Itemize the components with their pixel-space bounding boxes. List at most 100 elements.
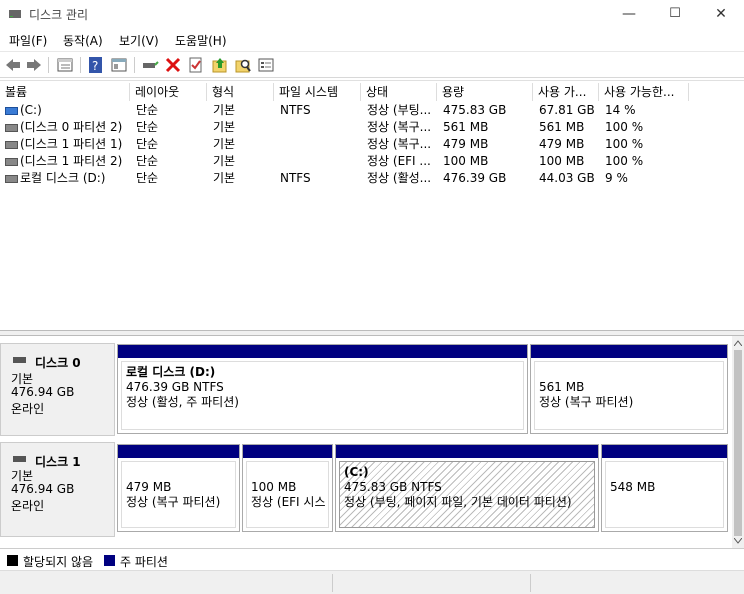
partition-c[interactable]: (C:) 475.83 GB NTFS 정상 (부팅, 페이지 파일, 기본 데… — [335, 444, 599, 532]
cell-status: 정상 (부팅... — [367, 103, 432, 117]
properties-icon[interactable] — [110, 56, 128, 74]
cell-layout: 단순 — [136, 154, 159, 168]
volume-icon — [5, 141, 18, 149]
scroll-down-icon[interactable] — [734, 538, 742, 544]
disk-1-info[interactable]: 디스크 1 기본 476.94 GB 온라인 — [0, 442, 115, 537]
partition-title: 로컬 디스크 (D:) — [126, 365, 216, 379]
primary-partition-bar — [602, 445, 727, 458]
legend-primary-label: 주 파티션 — [120, 555, 168, 569]
close-button[interactable]: ✕ — [698, 0, 744, 28]
cell-volume[interactable]: (디스크 0 파티션 2) — [20, 119, 130, 136]
cell-status: 정상 (EFI ... — [367, 154, 431, 168]
disk-status: 온라인 — [11, 402, 45, 416]
column-header-status[interactable]: 상태 — [361, 83, 437, 101]
console-icon[interactable] — [257, 56, 275, 74]
disk-size: 476.94 GB — [11, 385, 75, 399]
volume-icon — [5, 175, 18, 183]
legend-unallocated-label: 할당되지 않음 — [23, 555, 94, 569]
scroll-up-icon[interactable] — [734, 340, 742, 346]
volume-icon — [5, 158, 18, 166]
partition-body: 561 MB 정상 (복구 파티션) — [534, 361, 724, 430]
column-header-filesystem[interactable]: 파일 시스템 — [274, 83, 361, 101]
check-icon[interactable] — [187, 56, 205, 74]
partition-disk1-last[interactable]: 548 MB — [601, 444, 728, 532]
menu-view[interactable]: 보기(V) — [119, 32, 159, 49]
minimize-button[interactable]: — — [606, 0, 652, 28]
cell-percent-free: 100 % — [605, 137, 644, 151]
scroll-thumb[interactable] — [734, 350, 742, 536]
primary-partition-bar — [336, 445, 598, 458]
cell-volume[interactable]: (디스크 1 파티션 1) — [20, 136, 130, 153]
cell-status: 정상 (활성... — [367, 171, 432, 185]
cell-capacity: 100 MB — [443, 154, 489, 168]
column-header-free-space[interactable]: 사용 가... — [533, 83, 599, 101]
cell-type: 기본 — [213, 171, 236, 185]
up-icon[interactable] — [211, 56, 229, 74]
connect-icon[interactable] — [141, 56, 159, 74]
cell-layout: 단순 — [136, 137, 159, 151]
column-header-type[interactable]: 형식 — [207, 83, 274, 101]
status-divider — [530, 574, 531, 592]
partition-size: 561 MB — [539, 380, 585, 394]
cell-type: 기본 — [213, 120, 236, 134]
partition-body: 479 MB 정상 (복구 파티션) — [121, 461, 236, 528]
column-header-layout[interactable]: 레이아웃 — [130, 83, 207, 101]
cell-free-space: 561 MB — [539, 120, 585, 134]
back-icon[interactable] — [4, 56, 22, 74]
cell-volume[interactable]: (C:) — [20, 102, 130, 119]
partition-disk0-recovery[interactable]: 561 MB 정상 (복구 파티션) — [530, 344, 728, 434]
delete-icon[interactable] — [164, 56, 182, 74]
cell-percent-free: 14 % — [605, 103, 636, 117]
partition-size: 479 MB — [126, 480, 172, 494]
cell-capacity: 479 MB — [443, 137, 489, 151]
window-title: 디스크 관리 — [29, 8, 89, 22]
cell-filesystem: NTFS — [280, 171, 311, 185]
partition-size: 476.39 GB NTFS — [126, 380, 224, 394]
partition-body: (C:) 475.83 GB NTFS 정상 (부팅, 페이지 파일, 기본 데… — [339, 461, 595, 528]
forward-icon[interactable] — [25, 56, 43, 74]
disk-graph-view: 디스크 0 기본 476.94 GB 온라인 로컬 디스크 (D:) 476.3… — [0, 336, 732, 548]
cell-layout: 단순 — [136, 103, 159, 117]
cell-capacity: 476.39 GB — [443, 171, 507, 185]
partition-disk1-recovery[interactable]: 479 MB 정상 (복구 파티션) — [117, 444, 240, 532]
cell-percent-free: 100 % — [605, 154, 644, 168]
status-divider — [332, 574, 333, 592]
partition-efi[interactable]: 100 MB 정상 (EFI 시스 — [242, 444, 333, 532]
cell-filesystem — [280, 153, 361, 170]
vertical-scrollbar[interactable] — [732, 336, 744, 548]
cell-filesystem — [280, 119, 361, 136]
menu-action[interactable]: 동작(A) — [63, 32, 103, 49]
cell-type: 기본 — [213, 103, 236, 117]
partition-status: 정상 (활성, 주 파티션) — [126, 395, 239, 409]
partition-body: 100 MB 정상 (EFI 시스 — [246, 461, 329, 528]
cell-volume[interactable]: 로컬 디스크 (D:) — [20, 170, 130, 187]
cell-type: 기본 — [213, 154, 236, 168]
menu-file[interactable]: 파일(F) — [9, 32, 47, 49]
list-view-icon[interactable] — [56, 56, 74, 74]
primary-partition-bar — [118, 445, 239, 458]
disk-status: 온라인 — [11, 499, 45, 513]
partition-d[interactable]: 로컬 디스크 (D:) 476.39 GB NTFS 정상 (활성, 주 파티션… — [117, 344, 528, 434]
maximize-button[interactable]: ☐ — [652, 0, 698, 28]
cell-capacity: 475.83 GB — [443, 103, 507, 117]
search-icon[interactable] — [234, 56, 252, 74]
primary-partition-bar — [243, 445, 332, 458]
column-header-volume[interactable]: 볼륨 — [0, 83, 130, 101]
partition-status: 정상 (부팅, 페이지 파일, 기본 데이터 파티션) — [344, 495, 572, 509]
primary-partition-bar — [118, 345, 527, 358]
partition-body: 로컬 디스크 (D:) 476.39 GB NTFS 정상 (활성, 주 파티션… — [121, 361, 524, 430]
toolbar: ? — [0, 52, 744, 78]
cell-percent-free: 100 % — [605, 120, 644, 134]
help-icon[interactable]: ? — [87, 56, 105, 74]
disk-0-info[interactable]: 디스크 0 기본 476.94 GB 온라인 — [0, 343, 115, 436]
menu-help[interactable]: 도움말(H) — [175, 32, 227, 49]
disk-icon — [13, 456, 26, 462]
cell-volume[interactable]: (디스크 1 파티션 2) — [20, 153, 130, 170]
partition-status: 정상 (복구 파티션) — [126, 495, 221, 509]
partition-size: 100 MB — [251, 480, 297, 494]
partition-title: (C:) — [344, 465, 369, 479]
column-header-percent-free[interactable]: 사용 가능한... — [599, 83, 689, 101]
partition-status: 정상 (EFI 시스 — [251, 495, 326, 509]
legend: 할당되지 않음 주 파티션 — [0, 548, 744, 570]
column-header-capacity[interactable]: 용량 — [437, 83, 533, 101]
